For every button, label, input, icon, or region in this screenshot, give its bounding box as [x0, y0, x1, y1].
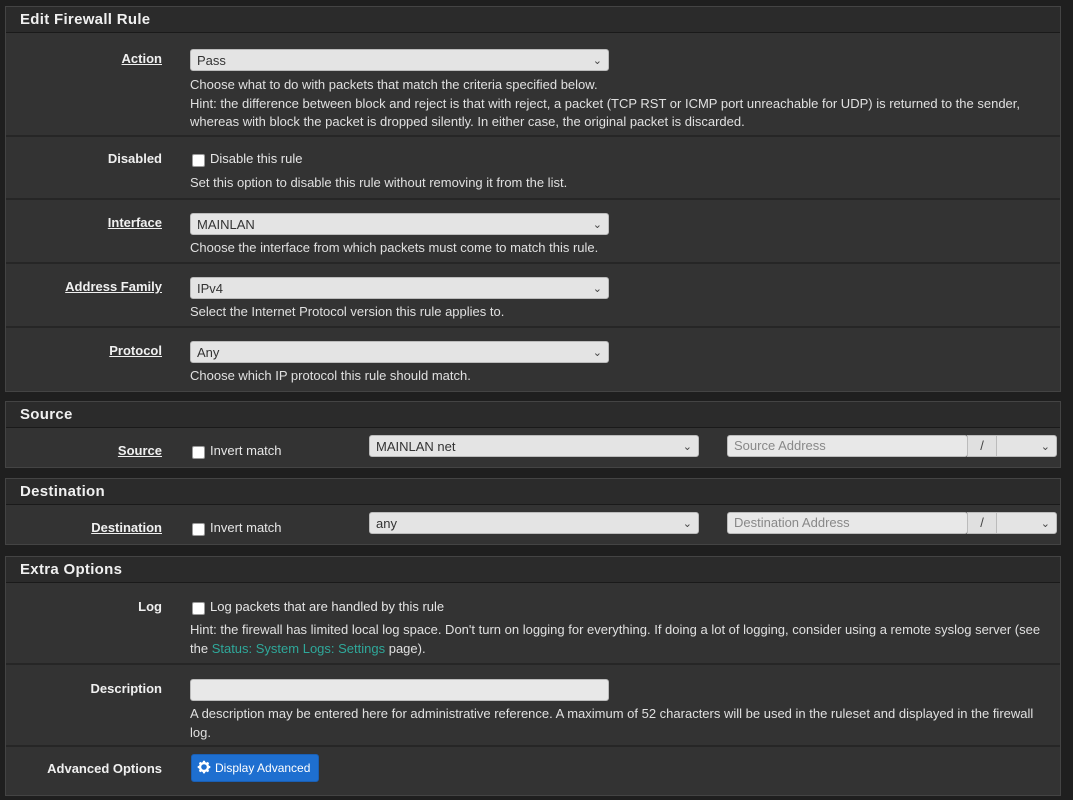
- source-type-select[interactable]: MAINLAN net ⌄: [369, 435, 699, 457]
- destination-type-value: any: [376, 516, 397, 531]
- protocol-row: Protocol Any ⌄ Choose which IP protocol …: [6, 328, 1060, 391]
- action-hint-line-2: whereas with block the packet is dropped…: [190, 114, 745, 129]
- protocol-select-value: Any: [197, 345, 220, 360]
- chevron-down-icon: ⌄: [1040, 518, 1050, 530]
- interface-help: Choose the interface from which packets …: [190, 240, 599, 255]
- source-label: Source: [117, 443, 162, 458]
- protocol-help: Choose which IP protocol this rule shoul…: [190, 368, 471, 383]
- disable-rule-checkbox[interactable]: [192, 154, 205, 167]
- source-mask-separator: /: [967, 435, 997, 457]
- description-help-line-2: log.: [190, 724, 211, 740]
- description-label: Description: [90, 681, 162, 696]
- protocol-label: Protocol: [109, 343, 162, 358]
- log-row: Log Log packets that are handled by this…: [6, 583, 1060, 665]
- source-type-value: MAINLAN net: [376, 439, 456, 454]
- disabled-help: Set this option to disable this rule wit…: [190, 175, 568, 190]
- log-help: Hint: the firewall has limited local log…: [190, 621, 1046, 658]
- protocol-select[interactable]: Any ⌄: [190, 341, 609, 363]
- log-hint-line-2: the Status: System Logs: Settings page).: [190, 640, 1046, 659]
- log-checkbox-label: Log packets that are handled by this rul…: [210, 599, 445, 614]
- source-row: Source Invert match MAINLAN net ⌄ Source…: [6, 428, 1060, 467]
- source-invert-checkbox[interactable]: [192, 446, 205, 459]
- disable-rule-checkbox-label: Disable this rule: [210, 151, 303, 166]
- interface-label: Interface: [107, 215, 162, 230]
- destination-label: Destination: [91, 520, 162, 535]
- address-family-select-value: IPv4: [197, 281, 224, 296]
- log-hint-line: Hint: the firewall has limited local log…: [190, 622, 1041, 637]
- destination-invert-checkbox[interactable]: [192, 523, 205, 536]
- action-help: Choose what to do with packets that matc…: [190, 76, 1046, 132]
- destination-mask-select[interactable]: ⌄: [996, 512, 1057, 534]
- destination-row: Destination Invert match any ⌄ Destinati…: [6, 505, 1060, 544]
- disabled-row: Disabled Disable this rule Set this opti…: [6, 137, 1060, 200]
- panel-title: Extra Options: [6, 557, 1060, 583]
- source-panel: Source Source Invert match MAINLAN net ⌄…: [5, 401, 1061, 468]
- panel-title: Destination: [6, 479, 1060, 505]
- disabled-label: Disabled: [107, 151, 162, 166]
- description-input[interactable]: [190, 679, 609, 701]
- gear-icon: [197, 760, 211, 774]
- log-hint-text-end: page).: [385, 640, 426, 656]
- source-mask-select[interactable]: ⌄: [996, 435, 1057, 457]
- action-select[interactable]: Pass ⌄: [190, 49, 609, 71]
- destination-panel: Destination Destination Invert match any…: [5, 478, 1061, 545]
- destination-type-select[interactable]: any ⌄: [369, 512, 699, 534]
- action-select-value: Pass: [197, 53, 226, 68]
- destination-invert-label: Invert match: [210, 520, 282, 535]
- address-family-help: Select the Internet Protocol version thi…: [190, 304, 505, 319]
- log-hint-text: the: [190, 640, 212, 656]
- log-checkbox[interactable]: [192, 602, 205, 615]
- description-help: A description may be entered here for ad…: [190, 705, 1046, 742]
- action-row: Action Pass ⌄ Choose what to do with pac…: [6, 33, 1060, 137]
- destination-address-input[interactable]: Destination Address: [727, 512, 968, 534]
- chevron-down-icon: ⌄: [682, 441, 692, 453]
- interface-select[interactable]: MAINLAN ⌄: [190, 213, 609, 235]
- chevron-down-icon: ⌄: [592, 347, 602, 359]
- destination-mask-separator: /: [967, 512, 997, 534]
- edit-firewall-rule-panel: Edit Firewall Rule Action Pass ⌄ Choose …: [5, 6, 1061, 392]
- address-family-select[interactable]: IPv4 ⌄: [190, 277, 609, 299]
- display-advanced-button[interactable]: Display Advanced: [191, 754, 320, 782]
- system-logs-settings-link[interactable]: Status: System Logs: Settings: [212, 641, 385, 656]
- action-label: Action: [121, 51, 162, 66]
- chevron-down-icon: ⌄: [592, 283, 602, 295]
- advanced-options-row: Advanced Options Display Advanced: [6, 747, 1060, 795]
- panel-title: Source: [6, 402, 1060, 428]
- chevron-down-icon: ⌄: [592, 55, 602, 67]
- address-family-label: Address Family: [65, 279, 162, 294]
- action-hint-line: Hint: the difference between block and r…: [190, 95, 1021, 111]
- interface-select-value: MAINLAN: [197, 217, 255, 232]
- interface-row: Interface MAINLAN ⌄ Choose the interface…: [6, 200, 1060, 264]
- advanced-options-label: Advanced Options: [47, 761, 162, 776]
- chevron-down-icon: ⌄: [1040, 441, 1050, 453]
- chevron-down-icon: ⌄: [592, 219, 602, 231]
- action-help-line: Choose what to do with packets that matc…: [190, 77, 598, 92]
- description-help-line: A description may be entered here for ad…: [190, 706, 1034, 721]
- log-label: Log: [138, 599, 162, 614]
- address-family-row: Address Family IPv4 ⌄ Select the Interne…: [6, 264, 1060, 328]
- extra-options-panel: Extra Options Log Log packets that are h…: [5, 556, 1061, 796]
- source-address-input[interactable]: Source Address: [727, 435, 968, 457]
- chevron-down-icon: ⌄: [682, 518, 692, 530]
- description-row: Description A description may be entered…: [6, 665, 1060, 747]
- panel-title: Edit Firewall Rule: [6, 7, 1060, 33]
- source-invert-label: Invert match: [210, 443, 282, 458]
- display-advanced-label: Display Advanced: [215, 761, 311, 775]
